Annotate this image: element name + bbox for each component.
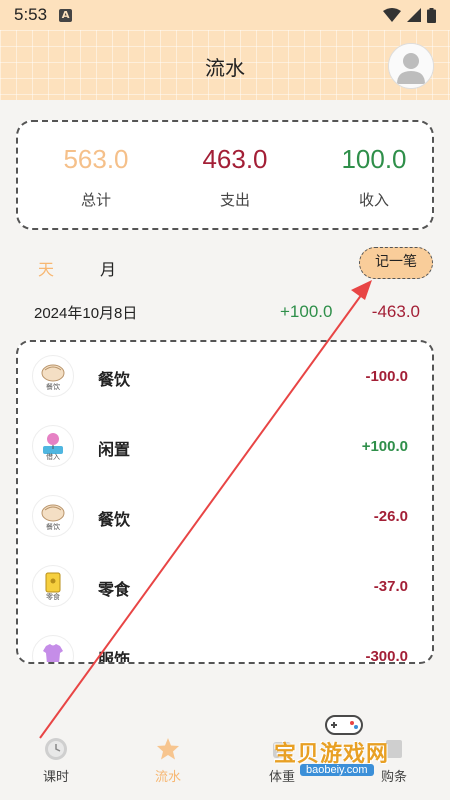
signal-icon	[407, 8, 421, 22]
app-header: 流水	[0, 30, 450, 100]
page-title: 流水	[205, 56, 245, 80]
amount: -100.0	[365, 368, 408, 385]
snack-icon: 零食	[32, 565, 74, 607]
status-bar: 5:53 A	[0, 0, 450, 30]
tab-day[interactable]: 天	[38, 256, 54, 280]
list-item[interactable]: 零食 零食 -37.0	[18, 552, 432, 622]
total-stat: 563.0 总计	[26, 144, 166, 210]
list-item[interactable]: 服饰 -300.0	[18, 622, 432, 664]
shirt-icon	[32, 635, 74, 662]
status-time: 5:53	[14, 5, 48, 24]
category-name: 闲置	[98, 440, 131, 459]
date-label: 2024年10月8日	[34, 305, 138, 322]
wifi-icon	[383, 8, 401, 22]
income-stat: 100.0 收入	[304, 144, 444, 210]
clock-icon	[45, 738, 67, 760]
amount: -37.0	[373, 578, 408, 595]
income-label: 收入	[358, 191, 389, 209]
icon-caption: 借入	[46, 453, 60, 461]
nav-label: 课时	[42, 770, 69, 785]
summary-card: 563.0 总计 463.0 支出 100.0 收入	[16, 120, 434, 230]
battery-icon	[427, 7, 436, 23]
category-name: 零食	[98, 580, 131, 599]
transaction-list: 餐饮 餐饮 -100.0 借入 闲置 +100.0 餐饮 餐饮 -26.0 零食…	[16, 340, 434, 664]
star-icon	[157, 738, 179, 760]
add-record-button[interactable]: 记一笔	[359, 247, 433, 279]
bun-icon: 餐饮	[32, 495, 74, 537]
list-item[interactable]: 餐饮 餐饮 -100.0	[18, 342, 432, 412]
list-item[interactable]: 借入 闲置 +100.0	[18, 412, 432, 482]
watermark: 宝贝游戏网 baobeiy.com	[270, 712, 440, 782]
avatar[interactable]	[388, 43, 434, 89]
expense-stat: 463.0 支出	[165, 144, 305, 210]
amount: +100.0	[361, 438, 408, 455]
nav-item-flow[interactable]: 流水	[128, 736, 208, 785]
icon-caption: 餐饮	[46, 383, 60, 391]
nav-item-classes[interactable]: 课时	[16, 736, 96, 785]
status-icons	[383, 7, 436, 23]
bun-icon: 餐饮	[32, 355, 74, 397]
amount: -300.0	[365, 648, 408, 664]
day-expense: -463.0	[371, 302, 420, 321]
category-name: 餐饮	[98, 370, 131, 389]
user-icon	[389, 44, 433, 88]
icon-caption: 零食	[46, 593, 60, 601]
period-tabs: 天 月	[38, 256, 116, 280]
day-income: +100.0	[280, 302, 333, 321]
list-item[interactable]: 餐饮 餐饮 -26.0	[18, 482, 432, 552]
category-name: 餐饮	[98, 510, 131, 529]
income-value: 100.0	[341, 144, 407, 174]
amount: -26.0	[373, 508, 408, 525]
icon-caption: 餐饮	[46, 523, 60, 531]
nav-label: 流水	[154, 770, 181, 785]
expense-label: 支出	[219, 191, 250, 209]
total-value: 563.0	[63, 144, 129, 174]
notification-icon: A	[59, 8, 73, 22]
gamepad-icon	[325, 715, 363, 735]
expense-value: 463.0	[202, 144, 268, 174]
tab-month[interactable]: 月	[100, 256, 116, 280]
category-name: 服饰	[98, 650, 131, 664]
watermark-url: baobeiy.com	[300, 764, 374, 776]
balloon-icon: 借入	[32, 425, 74, 467]
total-label: 总计	[80, 191, 111, 209]
